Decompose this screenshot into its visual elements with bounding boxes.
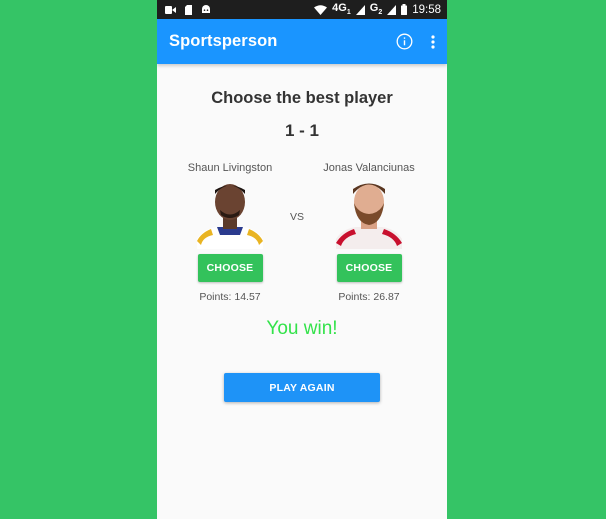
video-icon <box>165 5 176 14</box>
choose-button[interactable]: CHOOSE <box>336 254 402 282</box>
player-photo <box>336 183 402 249</box>
phone-screen: 4G1 G2 19:58 Sportsperson Choose the bes… <box>157 0 447 519</box>
player-points: Points: 14.57 <box>199 291 261 303</box>
player-name: Jonas Valanciunas <box>323 162 415 174</box>
clock: 19:58 <box>412 3 441 16</box>
choose-button[interactable]: CHOOSE <box>197 254 263 282</box>
page-heading: Choose the best player <box>211 89 393 107</box>
wifi-icon <box>314 4 328 15</box>
result-message: You win! <box>266 318 338 339</box>
battery-icon <box>401 4 408 15</box>
signal2-label: G2 <box>370 2 382 16</box>
score: 1 - 1 <box>284 121 320 140</box>
player-name: Shaun Livingston <box>187 162 273 174</box>
app-bar-actions <box>396 33 435 50</box>
status-bar: 4G1 G2 19:58 <box>157 0 447 19</box>
app-bar: Sportsperson <box>157 19 447 64</box>
more-vert-icon[interactable] <box>431 34 435 49</box>
sim-card-icon <box>185 4 192 15</box>
player-photo <box>197 184 263 249</box>
signal2-sub: 2 <box>378 9 383 17</box>
network-label: 4G <box>332 2 347 15</box>
player-card-left: Shaun Livingston CHOOSE Points: 14.57 <box>170 161 290 303</box>
network-sub: 1 <box>346 9 351 17</box>
players-section: Shaun Livingston CHOOSE Points: 14.57 VS… <box>157 161 447 311</box>
vs-label: VS <box>290 211 305 223</box>
signal2-icon <box>387 4 397 15</box>
signal-icon <box>355 4 365 15</box>
app-title: Sportsperson <box>169 32 278 50</box>
play-again-button[interactable]: PLAY AGAIN <box>224 373 380 402</box>
android-icon <box>202 5 210 13</box>
network-type: 4G1 <box>332 2 351 16</box>
info-icon[interactable] <box>396 33 413 50</box>
player-points: Points: 26.87 <box>338 291 400 303</box>
player-card-right: Jonas Valanciunas CHOOSE Points: 26.87 <box>309 161 429 303</box>
